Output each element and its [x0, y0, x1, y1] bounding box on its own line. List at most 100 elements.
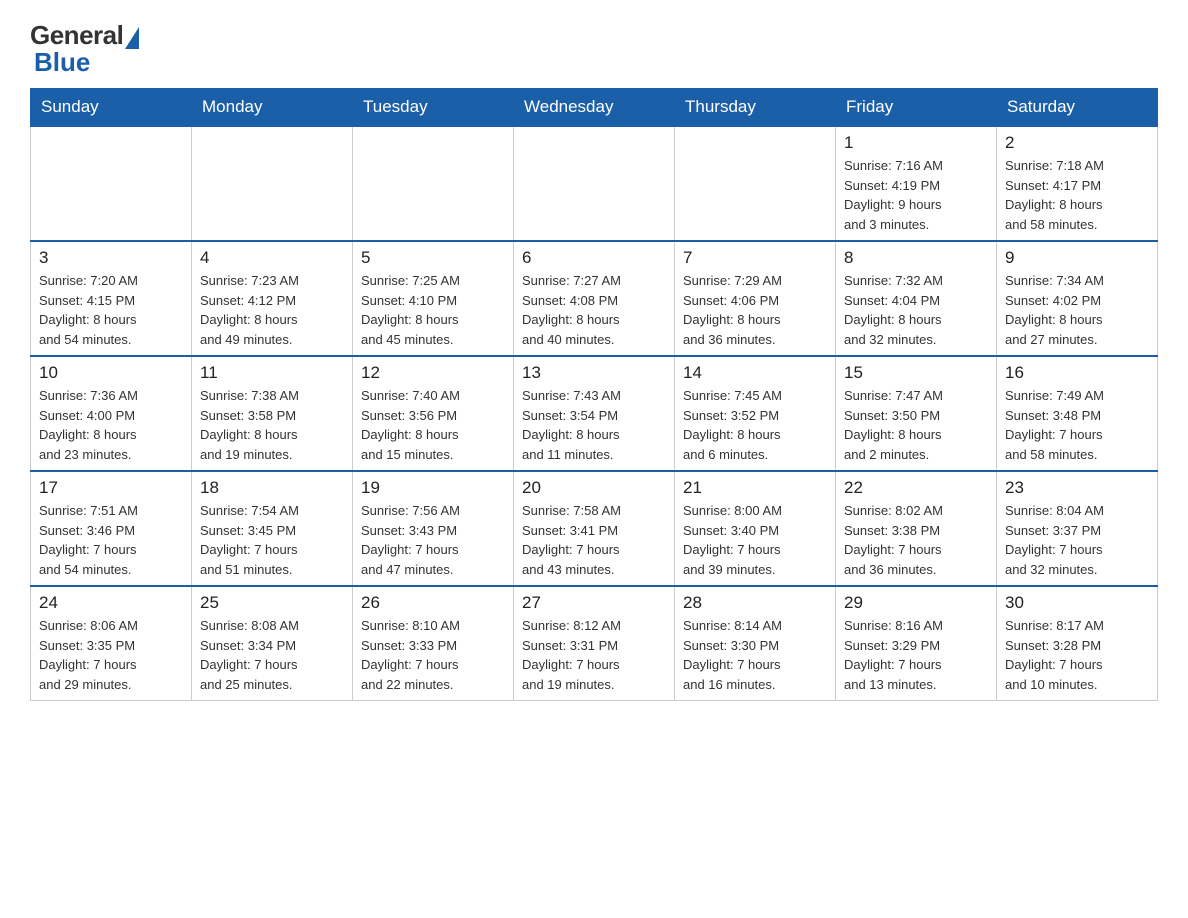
day-number: 23	[1005, 478, 1149, 498]
day-info: Sunrise: 7:58 AM Sunset: 3:41 PM Dayligh…	[522, 501, 666, 579]
day-number: 5	[361, 248, 505, 268]
calendar-cell	[675, 126, 836, 241]
calendar-cell: 14 Sunrise: 7:45 AM Sunset: 3:52 PM Dayli…	[675, 356, 836, 471]
day-number: 11	[200, 363, 344, 383]
day-number: 16	[1005, 363, 1149, 383]
calendar-cell: 3 Sunrise: 7:20 AM Sunset: 4:15 PM Daylig…	[31, 241, 192, 356]
calendar-cell: 10 Sunrise: 7:36 AM Sunset: 4:00 PM Dayli…	[31, 356, 192, 471]
calendar-cell	[192, 126, 353, 241]
calendar-cell	[353, 126, 514, 241]
day-number: 14	[683, 363, 827, 383]
day-number: 4	[200, 248, 344, 268]
day-number: 17	[39, 478, 183, 498]
day-number: 1	[844, 133, 988, 153]
calendar-header-sunday: Sunday	[31, 89, 192, 127]
calendar-cell: 5Sunrise: 7:25 AM Sunset: 4:10 PM Daylig…	[353, 241, 514, 356]
calendar-cell: 19 Sunrise: 7:56 AM Sunset: 3:43 PM Dayli…	[353, 471, 514, 586]
day-number: 13	[522, 363, 666, 383]
calendar-header-wednesday: Wednesday	[514, 89, 675, 127]
calendar-cell: 13 Sunrise: 7:43 AM Sunset: 3:54 PM Dayli…	[514, 356, 675, 471]
day-number: 20	[522, 478, 666, 498]
day-info: Sunrise: 7:32 AM Sunset: 4:04 PM Dayligh…	[844, 271, 988, 349]
calendar-week-5: 24 Sunrise: 8:06 AM Sunset: 3:35 PM Dayli…	[31, 586, 1158, 701]
day-info: Sunrise: 7:51 AM Sunset: 3:46 PM Dayligh…	[39, 501, 183, 579]
calendar-cell: 28Sunrise: 8:14 AM Sunset: 3:30 PM Dayli…	[675, 586, 836, 701]
day-number: 7	[683, 248, 827, 268]
calendar-cell: 25 Sunrise: 8:08 AM Sunset: 3:34 PM Dayli…	[192, 586, 353, 701]
calendar-week-1: 1 Sunrise: 7:16 AM Sunset: 4:19 PM Daylig…	[31, 126, 1158, 241]
day-number: 8	[844, 248, 988, 268]
day-info: Sunrise: 8:02 AM Sunset: 3:38 PM Dayligh…	[844, 501, 988, 579]
day-info: Sunrise: 7:49 AM Sunset: 3:48 PM Dayligh…	[1005, 386, 1149, 464]
day-info: Sunrise: 7:47 AM Sunset: 3:50 PM Dayligh…	[844, 386, 988, 464]
calendar-header-tuesday: Tuesday	[353, 89, 514, 127]
calendar-cell: 4Sunrise: 7:23 AM Sunset: 4:12 PM Daylig…	[192, 241, 353, 356]
day-info: Sunrise: 7:16 AM Sunset: 4:19 PM Dayligh…	[844, 156, 988, 234]
calendar-cell	[514, 126, 675, 241]
day-number: 3	[39, 248, 183, 268]
calendar-cell: 27 Sunrise: 8:12 AM Sunset: 3:31 PM Dayli…	[514, 586, 675, 701]
calendar-cell: 26 Sunrise: 8:10 AM Sunset: 3:33 PM Dayli…	[353, 586, 514, 701]
day-info: Sunrise: 7:36 AM Sunset: 4:00 PM Dayligh…	[39, 386, 183, 464]
day-number: 19	[361, 478, 505, 498]
calendar-cell: 23 Sunrise: 8:04 AM Sunset: 3:37 PM Dayli…	[997, 471, 1158, 586]
day-info: Sunrise: 7:56 AM Sunset: 3:43 PM Dayligh…	[361, 501, 505, 579]
calendar-cell: 24 Sunrise: 8:06 AM Sunset: 3:35 PM Dayli…	[31, 586, 192, 701]
calendar-cell: 17 Sunrise: 7:51 AM Sunset: 3:46 PM Dayli…	[31, 471, 192, 586]
calendar-cell: 30 Sunrise: 8:17 AM Sunset: 3:28 PM Dayli…	[997, 586, 1158, 701]
day-info: Sunrise: 7:29 AM Sunset: 4:06 PM Dayligh…	[683, 271, 827, 349]
calendar-cell: 29Sunrise: 8:16 AM Sunset: 3:29 PM Dayli…	[836, 586, 997, 701]
calendar-header-monday: Monday	[192, 89, 353, 127]
page-header: General Blue	[30, 20, 1158, 78]
day-number: 22	[844, 478, 988, 498]
day-info: Sunrise: 8:06 AM Sunset: 3:35 PM Dayligh…	[39, 616, 183, 694]
calendar-cell: 1 Sunrise: 7:16 AM Sunset: 4:19 PM Daylig…	[836, 126, 997, 241]
calendar-cell: 15 Sunrise: 7:47 AM Sunset: 3:50 PM Dayli…	[836, 356, 997, 471]
calendar-cell: 11Sunrise: 7:38 AM Sunset: 3:58 PM Dayli…	[192, 356, 353, 471]
calendar-cell: 8 Sunrise: 7:32 AM Sunset: 4:04 PM Daylig…	[836, 241, 997, 356]
day-info: Sunrise: 7:34 AM Sunset: 4:02 PM Dayligh…	[1005, 271, 1149, 349]
day-number: 28	[683, 593, 827, 613]
day-number: 21	[683, 478, 827, 498]
day-info: Sunrise: 8:08 AM Sunset: 3:34 PM Dayligh…	[200, 616, 344, 694]
calendar-cell: 6Sunrise: 7:27 AM Sunset: 4:08 PM Daylig…	[514, 241, 675, 356]
day-info: Sunrise: 8:00 AM Sunset: 3:40 PM Dayligh…	[683, 501, 827, 579]
day-number: 29	[844, 593, 988, 613]
day-info: Sunrise: 7:18 AM Sunset: 4:17 PM Dayligh…	[1005, 156, 1149, 234]
day-info: Sunrise: 8:12 AM Sunset: 3:31 PM Dayligh…	[522, 616, 666, 694]
calendar-week-4: 17 Sunrise: 7:51 AM Sunset: 3:46 PM Dayli…	[31, 471, 1158, 586]
calendar-cell: 2 Sunrise: 7:18 AM Sunset: 4:17 PM Daylig…	[997, 126, 1158, 241]
calendar-header-thursday: Thursday	[675, 89, 836, 127]
day-info: Sunrise: 8:17 AM Sunset: 3:28 PM Dayligh…	[1005, 616, 1149, 694]
day-number: 24	[39, 593, 183, 613]
calendar-cell: 22 Sunrise: 8:02 AM Sunset: 3:38 PM Dayli…	[836, 471, 997, 586]
logo-triangle-icon	[125, 27, 139, 49]
day-info: Sunrise: 7:54 AM Sunset: 3:45 PM Dayligh…	[200, 501, 344, 579]
calendar-header-row: SundayMondayTuesdayWednesdayThursdayFrid…	[31, 89, 1158, 127]
day-number: 25	[200, 593, 344, 613]
day-info: Sunrise: 8:04 AM Sunset: 3:37 PM Dayligh…	[1005, 501, 1149, 579]
calendar-cell: 9 Sunrise: 7:34 AM Sunset: 4:02 PM Daylig…	[997, 241, 1158, 356]
calendar-header-saturday: Saturday	[997, 89, 1158, 127]
day-info: Sunrise: 7:40 AM Sunset: 3:56 PM Dayligh…	[361, 386, 505, 464]
day-info: Sunrise: 7:20 AM Sunset: 4:15 PM Dayligh…	[39, 271, 183, 349]
day-number: 26	[361, 593, 505, 613]
day-info: Sunrise: 7:27 AM Sunset: 4:08 PM Dayligh…	[522, 271, 666, 349]
logo: General Blue	[30, 20, 139, 78]
calendar-cell	[31, 126, 192, 241]
calendar-cell: 21 Sunrise: 8:00 AM Sunset: 3:40 PM Dayli…	[675, 471, 836, 586]
day-info: Sunrise: 8:10 AM Sunset: 3:33 PM Dayligh…	[361, 616, 505, 694]
day-number: 12	[361, 363, 505, 383]
day-info: Sunrise: 7:43 AM Sunset: 3:54 PM Dayligh…	[522, 386, 666, 464]
day-number: 9	[1005, 248, 1149, 268]
calendar-cell: 18Sunrise: 7:54 AM Sunset: 3:45 PM Dayli…	[192, 471, 353, 586]
calendar-cell: 7 Sunrise: 7:29 AM Sunset: 4:06 PM Daylig…	[675, 241, 836, 356]
day-number: 15	[844, 363, 988, 383]
day-number: 30	[1005, 593, 1149, 613]
day-number: 2	[1005, 133, 1149, 153]
day-number: 10	[39, 363, 183, 383]
calendar-cell: 16 Sunrise: 7:49 AM Sunset: 3:48 PM Dayli…	[997, 356, 1158, 471]
day-number: 27	[522, 593, 666, 613]
calendar-cell: 12 Sunrise: 7:40 AM Sunset: 3:56 PM Dayli…	[353, 356, 514, 471]
day-info: Sunrise: 7:45 AM Sunset: 3:52 PM Dayligh…	[683, 386, 827, 464]
